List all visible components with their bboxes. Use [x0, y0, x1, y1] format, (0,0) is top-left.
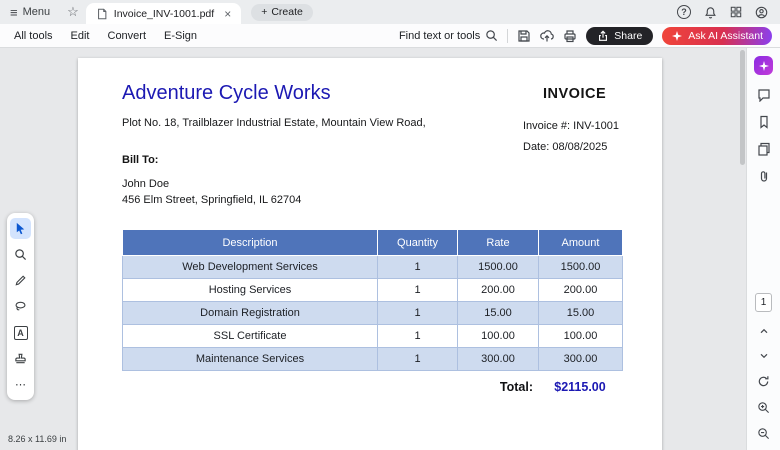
invoice-number: Invoice #: INV-1001 [523, 120, 620, 132]
table-row: Domain Registration 1 15.00 15.00 [122, 301, 623, 325]
create-label: Create [271, 6, 303, 18]
col-quantity: Quantity [377, 229, 458, 256]
more-icon: ⋯ [15, 379, 26, 391]
menu-label: Menu [22, 6, 51, 18]
create-button[interactable]: + Create [251, 3, 313, 21]
magnifier-icon [14, 248, 27, 261]
col-description: Description [122, 229, 378, 256]
page-size-indicator: 8.26 x 11.69 in [8, 434, 67, 444]
chevron-up-icon[interactable] [758, 325, 770, 337]
toolbar-menu-items: All tools Edit Convert E-Sign [0, 30, 197, 42]
plus-icon: + [261, 6, 268, 18]
apps-grid-icon[interactable] [730, 6, 742, 18]
copy-pages-icon[interactable] [757, 142, 771, 156]
quick-tools-palette: A ⋯ [7, 213, 34, 400]
right-rail: 1 [746, 48, 780, 450]
toolbar: All tools Edit Convert E-Sign Find text … [0, 24, 780, 48]
table-row: Maintenance Services 1 300.00 300.00 [122, 347, 623, 371]
table-row: Hosting Services 1 200.00 200.00 [122, 278, 623, 302]
pencil-icon [14, 274, 27, 287]
col-rate: Rate [457, 229, 539, 256]
lasso-tool-button[interactable] [10, 296, 31, 317]
invoice-date: Date: 08/08/2025 [523, 141, 608, 153]
ask-ai-assistant-button[interactable]: Ask AI Assistant [662, 26, 772, 45]
stamp-icon [14, 352, 27, 365]
acrobat-window: ≡ Menu ☆ Invoice_INV-1001.pdf × + Create… [0, 0, 780, 450]
text-box-icon: A [13, 325, 28, 340]
pdf-doc-icon [96, 8, 108, 20]
customer-address: 456 Elm Street, Springfield, IL 62704 [122, 194, 302, 206]
tab-title: Invoice_INV-1001.pdf [113, 7, 215, 20]
document-area: Adventure Cycle Works INVOICE Plot No. 1… [0, 48, 746, 450]
cursor-arrow-icon [14, 222, 27, 235]
zoom-in-icon[interactable] [757, 401, 770, 414]
invoice-company-address: Plot No. 18, Trailblazer Industrial Esta… [122, 117, 426, 129]
tab-bar: ≡ Menu ☆ Invoice_INV-1001.pdf × + Create… [0, 0, 780, 24]
bell-icon[interactable] [704, 6, 717, 19]
lasso-icon [14, 300, 27, 313]
menu-item-esign[interactable]: E-Sign [164, 30, 197, 42]
table-header-row: Description Quantity Rate Amount [122, 229, 623, 256]
print-icon[interactable] [563, 29, 577, 43]
share-label: Share [614, 29, 643, 42]
hamburger-icon: ≡ [10, 4, 18, 20]
comment-icon[interactable] [757, 88, 771, 102]
help-icon[interactable]: ? [677, 5, 691, 19]
cloud-upload-icon[interactable] [540, 29, 555, 43]
stamp-tool-button[interactable] [10, 348, 31, 369]
find-label: Find text or tools [398, 29, 481, 42]
select-tool-button[interactable] [10, 218, 31, 239]
ai-assistant-rail-button[interactable] [754, 56, 773, 75]
bill-to-label: Bill To: [122, 154, 159, 166]
search-icon [485, 29, 498, 42]
menu-item-all-tools[interactable]: All tools [14, 30, 53, 42]
customer-name: John Doe [122, 178, 170, 190]
close-icon[interactable]: × [224, 7, 231, 21]
ai-label: Ask AI Assistant [688, 29, 763, 42]
star-icon[interactable]: ☆ [60, 0, 86, 24]
tabbar-right-icons: ? [677, 0, 780, 24]
table-row: SSL Certificate 1 100.00 100.00 [122, 324, 623, 348]
invoice-company-name: Adventure Cycle Works [122, 82, 331, 104]
refresh-icon[interactable] [757, 375, 770, 388]
vertical-scrollbar[interactable] [740, 50, 745, 165]
document-tab[interactable]: Invoice_INV-1001.pdf × [85, 3, 242, 24]
add-text-tool-button[interactable]: A [10, 322, 31, 343]
share-icon [597, 29, 609, 42]
menu-item-convert[interactable]: Convert [108, 30, 147, 42]
invoice-meta: Invoice #: INV-1001 Date: 08/08/2025 [523, 116, 619, 158]
zoom-tool-button[interactable] [10, 244, 31, 265]
chevron-down-icon[interactable] [758, 350, 770, 362]
paperclip-icon[interactable] [757, 169, 771, 183]
more-tools-button[interactable]: ⋯ [10, 374, 31, 395]
pencil-tool-button[interactable] [10, 270, 31, 291]
total-label: Total: [499, 380, 533, 394]
invoice-title: INVOICE [543, 86, 607, 102]
toolbar-divider [507, 28, 509, 43]
ai-sparkle-icon [671, 30, 683, 42]
pdf-page: Adventure Cycle Works INVOICE Plot No. 1… [78, 58, 662, 450]
find-tool[interactable]: Find text or tools [399, 29, 498, 42]
table-row: Web Development Services 1 1500.00 1500.… [122, 255, 623, 279]
bookmark-icon[interactable] [757, 115, 771, 129]
page-number-indicator[interactable]: 1 [755, 293, 772, 312]
menu-item-edit[interactable]: Edit [71, 30, 90, 42]
zoom-out-icon[interactable] [757, 427, 770, 440]
toolbar-right: Find text or tools Share Ask AI Assistan… [399, 26, 780, 45]
user-avatar-icon[interactable] [755, 6, 768, 19]
save-icon[interactable] [517, 29, 531, 43]
share-button[interactable]: Share [586, 26, 654, 45]
col-amount: Amount [538, 229, 623, 256]
invoice-table: Description Quantity Rate Amount Web Dev… [122, 229, 623, 371]
total-value: $2115.00 [554, 380, 606, 394]
menu-button[interactable]: ≡ Menu [0, 0, 60, 24]
